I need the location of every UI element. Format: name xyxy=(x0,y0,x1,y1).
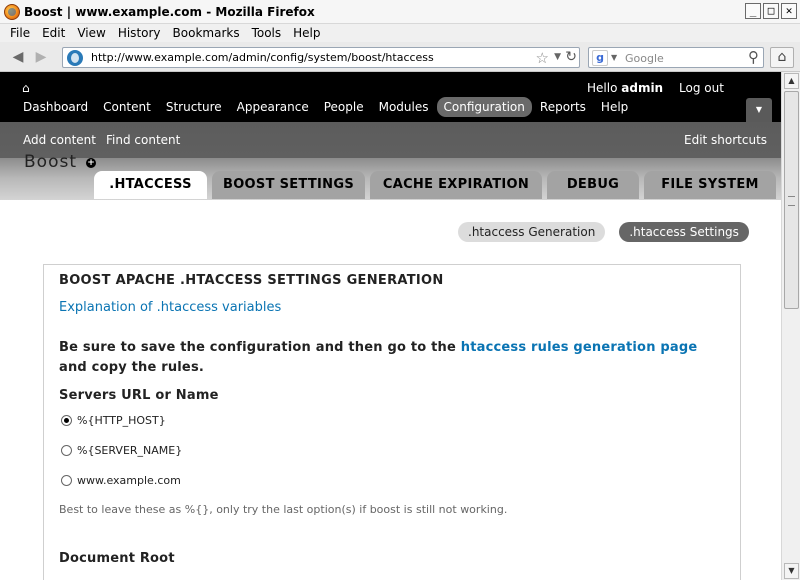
maximize-button[interactable]: □ xyxy=(763,3,779,19)
radio-label[interactable]: www.example.com xyxy=(77,474,181,487)
menu-bar: File Edit View History Bookmarks Tools H… xyxy=(0,24,800,42)
menu-tools[interactable]: Tools xyxy=(246,24,288,42)
radio-label[interactable]: %{HTTP_HOST} xyxy=(77,414,166,427)
shortcut-add-content[interactable]: Add content xyxy=(23,133,96,147)
close-button[interactable]: ✕ xyxy=(781,3,797,19)
google-engine-icon[interactable]: g xyxy=(592,50,608,66)
secondary-tabs: .htaccess Generation .htaccess Settings xyxy=(458,222,749,242)
reload-icon[interactable]: ↻ xyxy=(565,49,577,65)
navigation-toolbar: ◀ ▶ http://www.example.com/admin/config/… xyxy=(0,42,800,72)
radio-server-name[interactable]: %{SERVER_NAME} xyxy=(61,444,182,457)
htaccess-settings-fieldset: BOOST APACHE .HTACCESS SETTINGS GENERATI… xyxy=(43,264,741,580)
window-controls: _ □ ✕ xyxy=(745,3,797,19)
fieldset-legend: BOOST APACHE .HTACCESS SETTINGS GENERATI… xyxy=(59,273,444,288)
admin-menu-dashboard[interactable]: Dashboard xyxy=(16,97,95,117)
admin-menu-configuration[interactable]: Configuration xyxy=(436,97,532,117)
menu-view[interactable]: View xyxy=(71,24,111,42)
admin-menu-help[interactable]: Help xyxy=(594,97,635,117)
radio-label[interactable]: %{SERVER_NAME} xyxy=(77,444,182,457)
window-titlebar: Boost | www.example.com - Mozilla Firefo… xyxy=(0,0,800,24)
url-dropdown-icon[interactable]: ▼ xyxy=(554,52,561,62)
shortcuts-toggle-button[interactable]: ▼ xyxy=(746,98,772,122)
menu-help[interactable]: Help xyxy=(287,24,326,42)
firefox-icon xyxy=(4,4,20,20)
explanation-link[interactable]: Explanation of .htaccess variables xyxy=(59,300,281,315)
tab-debug[interactable]: DEBUG xyxy=(547,171,639,199)
add-shortcut-icon[interactable]: + xyxy=(86,158,96,168)
scroll-up-icon[interactable]: ▲ xyxy=(784,73,799,89)
admin-menu: Dashboard Content Structure Appearance P… xyxy=(16,97,636,117)
back-button[interactable]: ◀ xyxy=(8,47,28,67)
bookmark-star-icon[interactable]: ☆ xyxy=(536,49,549,67)
main-content: .htaccess Generation .htaccess Settings … xyxy=(0,200,781,580)
rules-generation-link[interactable]: htaccess rules generation page xyxy=(461,340,698,355)
logout-link[interactable]: Log out xyxy=(679,81,724,95)
radio-button-selected[interactable] xyxy=(61,415,72,426)
page-header: Boost + .HTACCESS BOOST SETTINGS CACHE E… xyxy=(0,152,781,200)
admin-menu-content[interactable]: Content xyxy=(96,97,158,117)
admin-menu-people[interactable]: People xyxy=(317,97,371,117)
search-icon[interactable]: ⚲ xyxy=(748,48,759,66)
radio-domain[interactable]: www.example.com xyxy=(61,474,181,487)
search-input[interactable]: Google xyxy=(625,52,664,65)
tab-file-system[interactable]: FILE SYSTEM xyxy=(644,171,776,199)
minimize-button[interactable]: _ xyxy=(745,3,761,19)
username-link[interactable]: admin xyxy=(621,81,663,95)
page-viewport: ⌂ Hello admin Log out Dashboard Content … xyxy=(0,72,781,580)
menu-file[interactable]: File xyxy=(4,24,36,42)
search-bar[interactable]: g ▼ Google ⚲ xyxy=(588,47,764,68)
scroll-thumb[interactable] xyxy=(784,91,799,309)
edit-shortcuts-link[interactable]: Edit shortcuts xyxy=(684,133,767,147)
admin-menu-appearance[interactable]: Appearance xyxy=(230,97,316,117)
url-text[interactable]: http://www.example.com/admin/config/syst… xyxy=(91,51,434,64)
user-greeting: Hello admin xyxy=(587,81,663,95)
radio-http-host[interactable]: %{HTTP_HOST} xyxy=(61,414,166,427)
notice-text-start: Be sure to save the configuration and th… xyxy=(59,340,456,355)
save-notice: Be sure to save the configuration and th… xyxy=(59,338,729,378)
admin-home-icon[interactable]: ⌂ xyxy=(22,81,30,95)
search-engine-dropdown-icon[interactable]: ▼ xyxy=(611,53,617,62)
tab-boost-settings[interactable]: BOOST SETTINGS xyxy=(212,171,365,199)
admin-toolbar: ⌂ Hello admin Log out Dashboard Content … xyxy=(0,72,781,122)
tab-htaccess[interactable]: .HTACCESS xyxy=(94,171,207,199)
site-favicon-icon xyxy=(67,50,83,66)
admin-menu-modules[interactable]: Modules xyxy=(372,97,436,117)
shortcut-find-content[interactable]: Find content xyxy=(106,133,180,147)
tab-cache-expiration[interactable]: CACHE EXPIRATION xyxy=(370,171,542,199)
subtab-htaccess-settings[interactable]: .htaccess Settings xyxy=(619,222,749,242)
home-button[interactable]: ⌂ xyxy=(770,47,794,68)
radio-button[interactable] xyxy=(61,475,72,486)
admin-menu-reports[interactable]: Reports xyxy=(533,97,593,117)
servers-url-label: Servers URL or Name xyxy=(59,388,219,403)
subtab-htaccess-generation[interactable]: .htaccess Generation xyxy=(458,222,606,242)
page-title: Boost xyxy=(24,152,77,172)
url-bar[interactable]: http://www.example.com/admin/config/syst… xyxy=(62,47,580,68)
radio-button[interactable] xyxy=(61,445,72,456)
document-root-label: Document Root xyxy=(59,551,175,566)
primary-tabs: .HTACCESS BOOST SETTINGS CACHE EXPIRATIO… xyxy=(94,171,781,199)
shortcuts-bar: Add content Find content Edit shortcuts xyxy=(0,122,781,158)
scroll-down-icon[interactable]: ▼ xyxy=(784,563,799,579)
servers-url-description: Best to leave these as %{}, only try the… xyxy=(59,503,508,516)
menu-edit[interactable]: Edit xyxy=(36,24,71,42)
window-title: Boost | www.example.com - Mozilla Firefo… xyxy=(24,5,315,19)
menu-history[interactable]: History xyxy=(112,24,167,42)
menu-bookmarks[interactable]: Bookmarks xyxy=(167,24,246,42)
vertical-scrollbar[interactable]: ▲ ▼ xyxy=(781,72,800,580)
notice-text-end: and copy the rules. xyxy=(59,360,205,375)
greeting-text: Hello xyxy=(587,81,618,95)
admin-menu-structure[interactable]: Structure xyxy=(159,97,229,117)
forward-button[interactable]: ▶ xyxy=(31,47,51,67)
